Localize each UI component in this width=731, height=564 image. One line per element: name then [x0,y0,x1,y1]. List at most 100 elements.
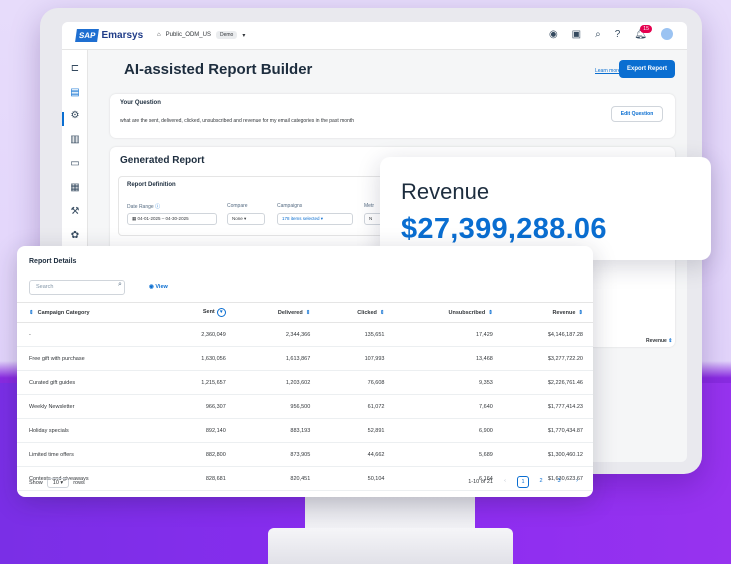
compare-label: Compare [227,203,248,209]
table-cell: Free gift with purchase [17,346,167,371]
date-range-field[interactable]: ▦ 04-01-2025 – 04-30-2025 [127,213,217,225]
devices-nav-icon[interactable]: ▭ [69,158,81,170]
sort-icon: ⇕ [668,338,673,344]
column-header-category[interactable]: ⇕ Campaign Category [17,302,167,323]
chevron-down-icon: ▾ [242,32,246,39]
rows-per-page: Show 10 ▾ rows [29,478,85,488]
table-row[interactable]: - 2,360,049 2,344,366 135,651 17,429 $4,… [17,322,593,347]
table-cell: $4,146,187.28 [502,322,593,347]
compare-select[interactable]: None ▾ [227,213,265,225]
pagination: 1-10 of 21 ‹ 1 2 3 › [468,476,583,488]
automation-nav-icon[interactable]: ⚙ [69,110,81,122]
table-row[interactable]: Limited time offers 882,800 873,905 44,6… [17,442,593,467]
tenant-name: Public_ODM_US [165,32,211,38]
previous-page-icon[interactable]: ‹ [499,476,511,488]
view-label: View [155,284,168,290]
avatar[interactable] [661,28,673,40]
view-button[interactable]: ◉ View [149,284,168,290]
table-cell: 61,072 [320,394,395,419]
search-input[interactable]: Search [29,280,125,295]
column-header-label: Unsubscribed [448,309,486,316]
edit-question-button[interactable]: Edit Question [611,106,663,122]
table-cell: 5,689 [394,442,503,467]
chat-icon[interactable]: ▣ [572,29,581,40]
report-table: ⇕ Campaign Category Sent ▾ Delivered ⇕ Clic… [17,302,593,491]
calendar-icon: ▦ [132,216,137,221]
table-row[interactable]: Holiday specials 892,140 883,193 52,891 … [17,418,593,443]
rows-per-page-select[interactable]: 10 ▾ [46,478,70,488]
tenant-icon: ⌂ [157,32,161,38]
tenant-switcher[interactable]: ⌂ Public_ODM_US Demo ▾ [157,31,245,39]
top-bar: SAP Emarsys ⌂ Public_ODM_US Demo ▾ ◉ ▣ ⌕… [62,22,687,50]
table-cell: 956,500 [235,394,321,419]
table-cell: 882,800 [167,442,236,467]
table-cell: 1,613,867 [235,346,321,371]
rows-per-page-value: 10 [52,480,59,486]
column-header-revenue[interactable]: Revenue ⇕ [502,302,593,323]
revenue-header-text: Revenue [646,338,667,344]
tenant-tag: Demo [215,31,238,39]
page-button-3[interactable]: 3 [553,476,565,488]
brand-name: Emarsys [101,29,144,41]
campaigns-label: Campaigns [277,203,303,209]
table-footer: Show 10 ▾ rows 1-10 of 21 ‹ 1 2 3 › [29,476,583,490]
campaigns-nav-icon[interactable]: ⊏ [69,63,81,75]
table-cell: - [17,322,167,347]
table-cell: Curated gift guides [17,370,167,395]
campaigns-value: 178 items selected [282,216,320,221]
table-cell: 1,215,657 [167,370,236,395]
bell-icon[interactable]: 🔔︎ 15 [634,24,652,40]
eye-icon: ◉ [149,284,154,290]
column-header-delivered[interactable]: Delivered ⇕ [235,302,321,323]
notification-badge: 15 [640,24,652,33]
sort-icon: ⇕ [578,309,583,316]
logo[interactable]: SAP Emarsys [75,28,144,42]
column-header-sent[interactable]: Sent ▾ [167,302,236,323]
table-cell: 883,193 [235,418,321,443]
sort-descending-icon: ▾ [216,308,226,317]
sort-icon: ⇕ [29,309,34,316]
date-range-label-text: Date Range [127,204,154,210]
export-report-button[interactable]: Export Report [619,60,675,78]
page-button-2[interactable]: 2 [535,476,547,488]
learn-more-link[interactable]: Learn more [595,68,621,74]
page-button-1[interactable]: 1 [517,476,529,488]
info-icon[interactable]: ⓘ [155,204,160,210]
generated-report-title: Generated Report [120,155,205,166]
tools-nav-icon[interactable]: ⚒ [69,206,81,218]
revenue-column-header[interactable]: Revenue ⇕ [646,338,672,344]
revenue-value: $27,399,288.06 [401,213,607,245]
sort-icon: ⇕ [305,309,311,316]
sort-icon: ⇕ [379,309,385,316]
column-header-unsubscribed[interactable]: Unsubscribed ⇕ [394,302,503,323]
report-details-panel: Report Details Search ⌕ ◉ View ⇕ Campaign… [17,246,593,497]
date-range-label: Date Range ⓘ [127,203,160,210]
settings-nav-icon[interactable]: ✿ [69,230,81,242]
ai-assistant-icon[interactable]: ◉ [549,29,558,40]
table-cell: $3,277,722.20 [502,346,593,371]
question-text: what are the sent, delivered, clicked, u… [120,118,355,124]
compare-value: None [232,216,243,221]
reporting-nav-icon[interactable]: ▤ [69,87,81,99]
table-cell: $1,777,414.23 [502,394,593,419]
table-row[interactable]: Weekly Newsletter 966,307 956,500 61,072… [17,394,593,419]
content-nav-icon[interactable]: ▥ [69,134,81,146]
table-row[interactable]: Curated gift guides 1,215,657 1,203,602 … [17,370,593,395]
page-info: 1-10 of 21 [468,479,493,485]
column-header-label: Campaign Category [37,309,90,316]
question-card: Your Question what are the sent, deliver… [110,94,675,138]
table-row[interactable]: Free gift with purchase 1,630,056 1,613,… [17,346,593,371]
search-icon[interactable]: ⌕ [595,29,601,40]
column-header-clicked[interactable]: Clicked ⇕ [320,302,395,323]
table-cell: 107,993 [320,346,395,371]
table-cell: 1,203,602 [235,370,321,395]
table-cell: $1,300,460.12 [502,442,593,467]
search-icon[interactable]: ⌕ [118,281,122,289]
table-cell: 52,891 [320,418,395,443]
campaigns-select[interactable]: 178 items selected ▾ [277,213,353,225]
sap-logo: SAP [75,28,100,42]
help-icon[interactable]: ? [615,29,621,40]
sidebar-active-indicator [62,112,64,126]
next-page-icon[interactable]: › [571,476,583,488]
contacts-nav-icon[interactable]: ▦ [69,182,81,194]
